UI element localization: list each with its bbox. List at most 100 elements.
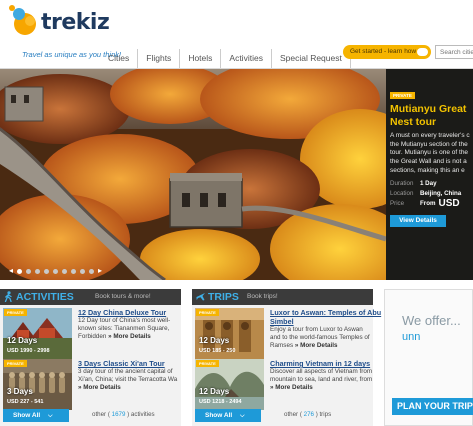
trip-title-line: Luxor to Aswan: Temples of Abu [270,308,382,317]
activities-more-link[interactable]: Book tours & more! [95,292,151,302]
show-all-activities-button[interactable]: Show All ⌵ [3,409,69,422]
activity-thumbnail[interactable]: PRIVATE 3 Days USD 227 - 541 [3,359,72,410]
trips-more-link[interactable]: Book trips! [247,292,278,302]
trips-title: TRIPS [208,291,239,303]
show-all-label: Show All [205,412,233,419]
hero-desc-line: the Mutianyu section of the [390,140,468,148]
chevron-down-icon: ⌵ [240,413,245,419]
next-arrow-icon[interactable]: ▸ [98,267,102,275]
hero-title[interactable]: Mutianyu Great Nest tour [390,103,473,129]
spec-value: 1 Day [420,179,437,187]
slider-dot[interactable] [26,268,32,274]
trip-thumbnail[interactable]: PRIVATE 12 Days USD 1218 - 2494 [195,359,264,410]
activities-panel: ACTIVITIES Book tours & more! PRIVATE 12… [0,289,181,426]
slider-dot[interactable] [17,268,23,274]
trip-title-link[interactable]: Luxor to Aswan: Temples of Abu Simbel [270,308,381,326]
nav-activities[interactable]: Activities [220,49,271,68]
price-value: USD [438,197,460,209]
hero-desc-line: tour. Mutianyu is one of the [390,149,469,157]
price-range: USD 1218 - 2494 [199,399,242,405]
duration-label: 12 Days [199,336,230,345]
other-count: 1679 [111,411,126,418]
activity-description: 3 day tour of the ancient capital of Xi'… [78,368,182,392]
hero-desc-line: the Great Wall and is not a [390,158,467,166]
activity-thumbnail[interactable]: PRIVATE 12 Days USD 1990 - 2998 [3,308,72,359]
search-input[interactable] [435,45,473,59]
hero-title-line: Mutianyu Great [390,103,467,115]
private-badge: PRIVATE [4,360,27,367]
other-activities-link[interactable]: other ( 1679 ) activities [92,411,155,418]
duration-label: 3 Days [7,387,33,396]
hero-image[interactable] [0,69,386,280]
toggle-icon [417,48,428,56]
hero-description: A must on every traveler's c the Mutiany… [390,132,473,176]
private-badge: PRIVATE [196,360,219,367]
list-item[interactable]: PRIVATE 12 Days USD 185 - 250 Luxor to A… [195,308,381,359]
slider-dot[interactable] [89,268,95,274]
more-details-link[interactable]: » More Details [270,384,313,391]
list-item[interactable]: PRIVATE 12 Days USD 1990 - 2998 12 Day C… [3,308,179,359]
hero-info-panel: PRIVATE Mutianyu Great Nest tour A must … [386,69,473,280]
slider-dots [15,268,96,274]
slider-dot[interactable] [53,268,59,274]
trip-thumbnail[interactable]: PRIVATE 12 Days USD 185 - 250 [195,308,264,359]
offer-box: We offer... unn PLAN YOUR TRIP [384,289,473,426]
plan-your-trip-button[interactable]: PLAN YOUR TRIP [392,398,473,415]
other-count: 276 [303,411,314,418]
hero-slider: PRIVATE Mutianyu Great Nest tour A must … [0,69,473,280]
trip-description: Enjoy a tour from Luxor to Aswan and to … [270,326,374,350]
logo-bubbles-icon [9,5,36,35]
slider-pagination: ◂ ▸ [9,267,102,275]
spec-price: Price From USD [390,197,473,209]
slider-dot[interactable] [44,268,50,274]
slider-dot[interactable] [35,268,41,274]
more-details-link[interactable]: » More Details [108,333,151,340]
spec-label: Location [390,189,414,197]
activity-description: 12 Day tour of China's most well-known s… [78,317,182,341]
spec-location: Location Beijing, China [390,189,473,199]
nav-cities[interactable]: Cities [100,49,137,68]
list-item[interactable]: PRIVATE 3 Days USD 227 - 541 3 Days Clas… [3,359,179,410]
trip-title-link[interactable]: Charming Vietnam in 12 days [270,359,370,368]
slider-dot[interactable] [80,268,86,274]
spec-label: Price [390,199,405,207]
hero-desc-line: A must on every traveler's c [390,132,470,139]
show-all-label: Show All [13,412,41,419]
spec-duration: Duration 1 Day [390,179,473,189]
get-started-button[interactable]: Get started - learn how [343,45,431,59]
other-trips-link[interactable]: other ( 276 ) trips [284,411,331,418]
nav-hotels[interactable]: Hotels [179,49,220,68]
description-text: Discover all aspects of Vietnam from mou… [270,368,373,383]
activities-header: ACTIVITIES Book tours & more! [0,289,181,305]
offer-title: We offer... [402,313,461,328]
trips-header: TRIPS Book trips! [192,289,373,305]
get-started-label: Get started - learn how [350,48,417,55]
show-all-trips-button[interactable]: Show All ⌵ [195,409,261,422]
price-range: USD 185 - 250 [199,348,236,354]
other-suffix: ) activities [127,411,155,418]
hero-desc-line: sections, making this an e [390,166,465,174]
private-badge: PRIVATE [4,309,27,316]
private-badge: PRIVATE [196,309,219,316]
other-suffix: ) trips [315,411,332,418]
trip-title-line: Simbel [270,317,294,326]
chevron-down-icon: ⌵ [48,413,53,419]
hero-title-line: Nest tour [390,116,437,128]
slider-dot[interactable] [71,268,77,274]
spec-label: Duration [390,179,414,187]
plane-icon [196,293,205,301]
hiker-icon [4,291,12,302]
view-details-button[interactable]: View Details [390,214,446,227]
more-details-link[interactable]: » More Details [78,384,121,391]
nav-special-request[interactable]: Special Request [270,49,351,68]
activity-title-link[interactable]: 12 Day China Deluxe Tour [78,308,166,317]
description-text: 3 day tour of the ancient capital of Xi'… [78,368,178,383]
duration-label: 12 Days [7,336,38,345]
nav-flights[interactable]: Flights [137,49,179,68]
more-details-link[interactable]: » More Details [295,342,338,349]
other-prefix: other ( [92,411,110,418]
list-item[interactable]: PRIVATE 12 Days USD 1218 - 2494 Charming… [195,359,373,410]
slider-dot[interactable] [62,268,68,274]
activity-title-link[interactable]: 3 Days Classic Xi'an Tour [78,359,165,368]
prev-arrow-icon[interactable]: ◂ [9,267,13,275]
